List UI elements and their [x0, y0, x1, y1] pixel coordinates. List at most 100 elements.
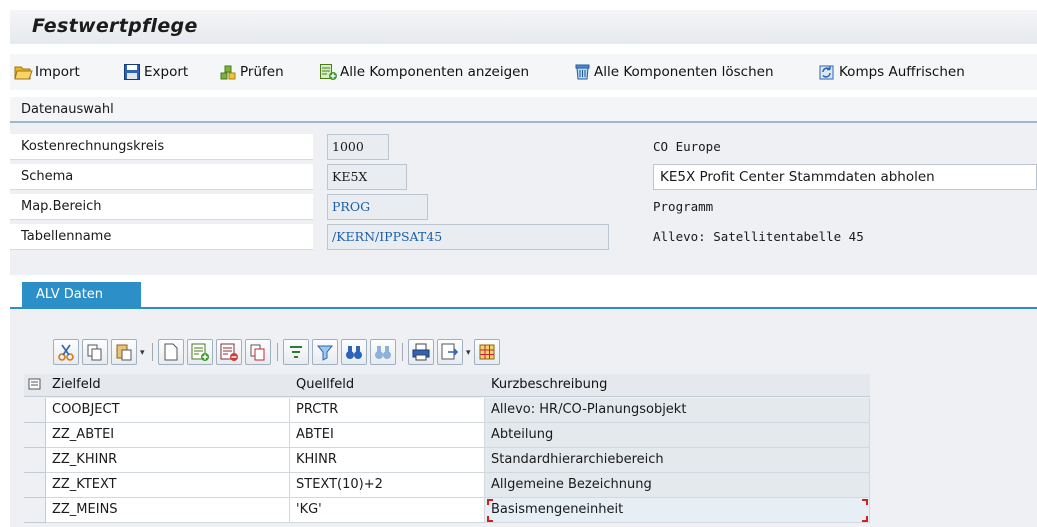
export-list-button[interactable]: [437, 339, 463, 365]
controlling-area-field[interactable]: 1000: [327, 134, 389, 160]
cell-kurzbeschreibung: Allevo: HR/CO-Planungsobjekt: [485, 398, 870, 423]
cell-zielfeld[interactable]: ZZ_ABTEI: [46, 423, 290, 448]
copy-button[interactable]: [82, 339, 108, 365]
row-selector[interactable]: [24, 498, 46, 523]
delete-row-button[interactable]: [216, 339, 242, 365]
data-selection-panel: Datenauswahl Kostenrechnungskreis 1000 C…: [10, 97, 1037, 275]
field-label: Map.Bereich: [10, 194, 313, 220]
export-button[interactable]: Export: [123, 62, 188, 82]
printer-icon: [412, 343, 430, 361]
scissors-icon: [58, 344, 74, 361]
floppy-disk-icon: [123, 63, 142, 81]
cell-zielfeld[interactable]: COOBJECT: [46, 398, 290, 423]
table-row[interactable]: ZZ_KHINR KHINR Standardhierarchiebereich: [24, 448, 870, 473]
field-description: Programm: [653, 199, 714, 214]
append-row-button[interactable]: [158, 339, 184, 365]
layout-button[interactable]: [474, 339, 500, 365]
cell-quellfeld[interactable]: 'KG': [290, 498, 485, 523]
cell-quellfeld[interactable]: KHINR: [290, 448, 485, 473]
cell-kurzbeschreibung: Standardhierarchiebereich: [485, 448, 870, 473]
insert-row-button[interactable]: [187, 339, 213, 365]
delete-all-components-button[interactable]: Alle Komponenten löschen: [573, 62, 774, 82]
toolbar-separator: [277, 343, 278, 361]
cell-zielfeld[interactable]: ZZ_KHINR: [46, 448, 290, 473]
import-label: Import: [35, 64, 80, 80]
check-label: Prüfen: [240, 64, 284, 80]
paste-button[interactable]: [111, 339, 137, 365]
column-header-quellfeld[interactable]: Quellfeld: [296, 377, 354, 392]
binoculars-icon: [346, 346, 362, 359]
application-toolbar: Import Export Prüfen Alle Komponenten an…: [10, 54, 1037, 90]
table-row[interactable]: ZZ_KTEXT STEXT(10)+2 Allgemeine Bezeichn…: [24, 473, 870, 498]
export-dropdown-icon[interactable]: ▾: [466, 348, 472, 358]
find-next-icon: [375, 346, 391, 359]
print-button[interactable]: [408, 339, 434, 365]
paste-icon: [116, 344, 132, 361]
find-button[interactable]: [341, 339, 367, 365]
focus-corner-marker: [487, 516, 493, 522]
copy-icon: [87, 344, 102, 361]
table-header: Zielfeld Quellfeld Kurzbeschreibung: [24, 374, 870, 397]
cell-kurzbeschreibung: Allgemeine Bezeichnung: [485, 473, 870, 498]
column-header-kurzbeschreibung[interactable]: Kurzbeschreibung: [491, 377, 607, 392]
cell-quellfeld[interactable]: STEXT(10)+2: [290, 473, 485, 498]
toolbar-separator: [402, 343, 403, 361]
find-next-button[interactable]: [370, 339, 396, 365]
export-label: Export: [144, 64, 189, 80]
sort-icon: [290, 346, 302, 358]
refresh-icon: [818, 63, 837, 81]
table-row[interactable]: ZZ_ABTEI ABTEI Abteilung: [24, 423, 870, 448]
field-description: KE5X Profit Center Stammdaten abholen: [653, 164, 1037, 190]
cell-quellfeld[interactable]: ABTEI: [290, 423, 485, 448]
field-row-controlling-area: Kostenrechnungskreis 1000 CO Europe: [10, 134, 1037, 162]
sort-button[interactable]: [283, 339, 309, 365]
show-all-components-button[interactable]: Alle Komponenten anzeigen: [319, 62, 529, 82]
tab-alv-daten[interactable]: ALV Daten: [22, 282, 141, 308]
cell-quellfeld[interactable]: PRCTR: [290, 398, 485, 423]
panel-header: Datenauswahl: [10, 97, 1037, 123]
check-button[interactable]: Prüfen: [219, 62, 284, 82]
cell-kurzbeschreibung: Abteilung: [485, 423, 870, 448]
export-icon: [441, 343, 459, 360]
refresh-components-label: Komps Auffrischen: [839, 64, 965, 80]
refresh-components-button[interactable]: Komps Auffrischen: [818, 62, 965, 82]
filter-icon: [316, 345, 334, 361]
schema-field[interactable]: KE5X: [327, 164, 407, 190]
cell-zielfeld[interactable]: ZZ_KTEXT: [46, 473, 290, 498]
row-selector[interactable]: [24, 448, 46, 473]
add-components-icon: [319, 63, 338, 81]
field-row-schema: Schema KE5X KE5X Profit Center Stammdate…: [10, 164, 1037, 192]
focus-corner-marker: [862, 516, 868, 522]
focus-corner-marker: [862, 499, 868, 505]
copy-row-button[interactable]: [245, 339, 271, 365]
paste-dropdown-icon[interactable]: ▾: [140, 348, 146, 358]
field-label: Schema: [10, 164, 313, 190]
table-row[interactable]: COOBJECT PRCTR Allevo: HR/CO-Planungsobj…: [24, 398, 870, 423]
cell-kurzbeschreibung-focused[interactable]: Basismengeneinheit: [485, 498, 870, 523]
column-header-zielfeld[interactable]: Zielfeld: [52, 377, 101, 392]
title-bar: Festwertpflege: [10, 10, 1037, 44]
filter-button[interactable]: [312, 339, 338, 365]
field-description: Allevo: Satellitentabelle 45: [653, 229, 864, 244]
focus-corner-marker: [487, 499, 493, 505]
cut-button[interactable]: [53, 339, 79, 365]
cell-zielfeld[interactable]: ZZ_MEINS: [46, 498, 290, 523]
delete-row-icon: [220, 343, 238, 361]
page-title: Festwertpflege: [32, 15, 198, 37]
select-all-icon[interactable]: [28, 377, 42, 395]
show-all-components-label: Alle Komponenten anzeigen: [340, 64, 530, 80]
row-selector[interactable]: [24, 423, 46, 448]
field-label: Tabellenname: [10, 224, 313, 250]
table-name-field[interactable]: /KERN/IPPSAT45: [327, 224, 609, 250]
copy-row-icon: [250, 344, 265, 361]
row-selector[interactable]: [24, 473, 46, 498]
import-button[interactable]: Import: [14, 62, 80, 82]
delete-all-components-label: Alle Komponenten löschen: [594, 64, 774, 80]
table-row[interactable]: ZZ_MEINS 'KG' Basismengeneinheit: [24, 498, 870, 523]
map-area-field[interactable]: PROG: [327, 194, 428, 220]
alv-grid: Zielfeld Quellfeld Kurzbeschreibung COOB…: [24, 374, 870, 527]
check-blocks-icon: [219, 63, 238, 81]
row-selector[interactable]: [24, 398, 46, 423]
toolbar-separator: [152, 343, 153, 361]
insert-row-icon: [191, 343, 209, 361]
